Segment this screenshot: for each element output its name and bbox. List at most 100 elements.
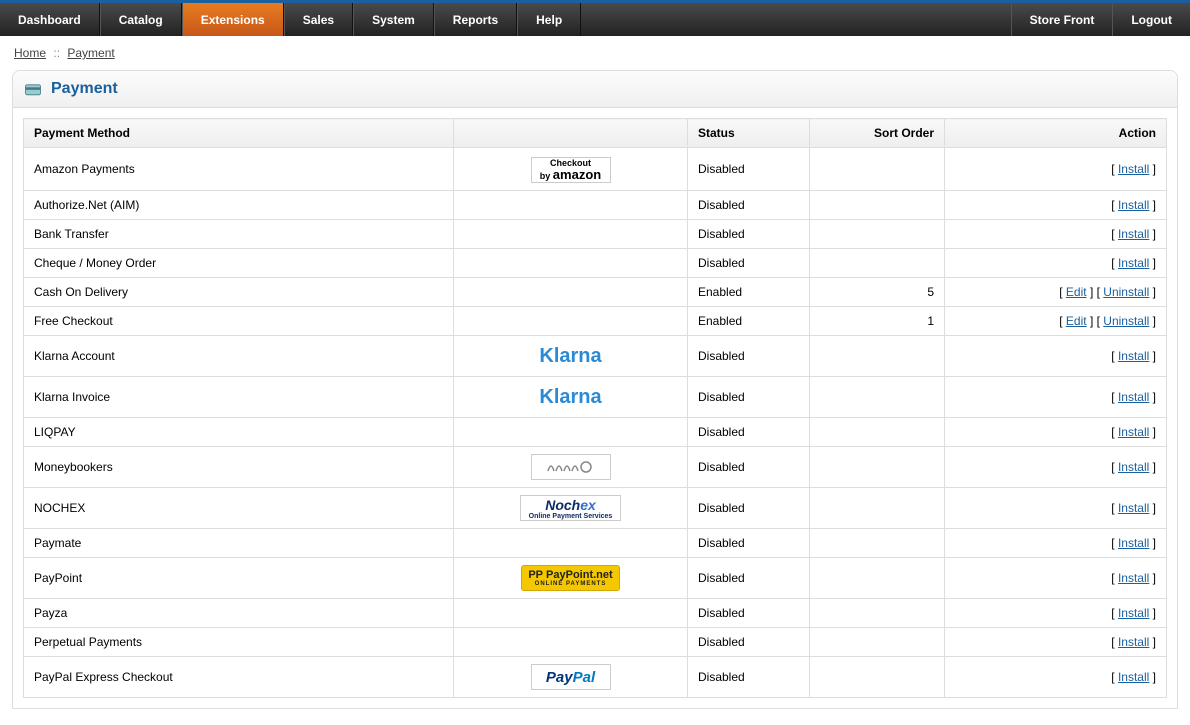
- panel-header: Payment: [13, 71, 1177, 108]
- uninstall-link[interactable]: Uninstall: [1103, 314, 1149, 328]
- cell-action: [ Install ]: [945, 628, 1167, 657]
- table-row: Cheque / Money OrderDisabled[ Install ]: [24, 249, 1167, 278]
- top-nav: DashboardCatalogExtensionsSalesSystemRep…: [0, 0, 1190, 36]
- cell-action: [ Install ]: [945, 148, 1167, 191]
- cell-status: Disabled: [688, 418, 810, 447]
- cell-status: Disabled: [688, 148, 810, 191]
- install-link[interactable]: Install: [1118, 460, 1149, 474]
- install-link[interactable]: Install: [1118, 571, 1149, 585]
- cell-method: PayPoint: [24, 558, 454, 599]
- nav-item-store-front[interactable]: Store Front: [1011, 3, 1113, 36]
- cell-logo: [454, 191, 688, 220]
- install-link[interactable]: Install: [1118, 162, 1149, 176]
- install-link[interactable]: Install: [1118, 606, 1149, 620]
- cell-status: Disabled: [688, 529, 810, 558]
- cell-status: Disabled: [688, 599, 810, 628]
- table-row: Authorize.Net (AIM)Disabled[ Install ]: [24, 191, 1167, 220]
- cell-status: Disabled: [688, 191, 810, 220]
- uninstall-link[interactable]: Uninstall: [1103, 285, 1149, 299]
- install-link[interactable]: Install: [1118, 635, 1149, 649]
- cell-sort-order: [810, 148, 945, 191]
- cell-logo: [454, 249, 688, 278]
- cell-action: [ Install ]: [945, 418, 1167, 447]
- cell-action: [ Install ]: [945, 558, 1167, 599]
- table-row: PayPoint PP PayPoint.netONLINE PAYMENTS Di…: [24, 558, 1167, 599]
- table-row: PayPal Express CheckoutPayPalDisabled[ I…: [24, 657, 1167, 698]
- cell-logo: PP PayPoint.netONLINE PAYMENTS: [454, 558, 688, 599]
- cell-method: NOCHEX: [24, 488, 454, 529]
- cell-status: Enabled: [688, 278, 810, 307]
- cell-sort-order: [810, 488, 945, 529]
- cell-logo: [454, 599, 688, 628]
- cell-method: Moneybookers: [24, 447, 454, 488]
- cell-logo: [454, 529, 688, 558]
- install-link[interactable]: Install: [1118, 425, 1149, 439]
- page-title: Payment: [51, 80, 118, 98]
- nochex-logo: NochexOnline Payment Services: [520, 495, 622, 521]
- cell-action: [ Install ]: [945, 599, 1167, 628]
- cell-logo: [454, 278, 688, 307]
- cell-logo: Klarna: [454, 336, 688, 377]
- klarna-logo: Klarna: [531, 384, 611, 410]
- cell-sort-order: [810, 447, 945, 488]
- nav-item-help[interactable]: Help: [517, 3, 581, 36]
- paypoint-logo: PP PayPoint.netONLINE PAYMENTS: [521, 565, 619, 591]
- cell-action: [ Install ]: [945, 447, 1167, 488]
- cell-sort-order: [810, 418, 945, 447]
- cell-sort-order: 5: [810, 278, 945, 307]
- cell-method: Free Checkout: [24, 307, 454, 336]
- edit-link[interactable]: Edit: [1066, 285, 1087, 299]
- cell-method: Cash On Delivery: [24, 278, 454, 307]
- nav-item-system[interactable]: System: [353, 3, 434, 36]
- cell-sort-order: [810, 249, 945, 278]
- cell-logo: PayPal: [454, 657, 688, 698]
- th-status: Status: [688, 119, 810, 148]
- cell-status: Disabled: [688, 220, 810, 249]
- cell-method: Cheque / Money Order: [24, 249, 454, 278]
- edit-link[interactable]: Edit: [1066, 314, 1087, 328]
- cell-logo: NochexOnline Payment Services: [454, 488, 688, 529]
- nav-item-dashboard[interactable]: Dashboard: [0, 3, 100, 36]
- cell-sort-order: [810, 529, 945, 558]
- table-body: Amazon PaymentsCheckoutby amazonDisabled…: [24, 148, 1167, 698]
- install-link[interactable]: Install: [1118, 256, 1149, 270]
- install-link[interactable]: Install: [1118, 198, 1149, 212]
- install-link[interactable]: Install: [1118, 670, 1149, 684]
- cell-status: Disabled: [688, 336, 810, 377]
- cell-method: Paymate: [24, 529, 454, 558]
- nav-item-sales[interactable]: Sales: [284, 3, 353, 36]
- table-row: Payza Disabled [ Install ]: [24, 599, 1167, 628]
- table-header-row: Payment Method Status Sort Order Action: [24, 119, 1167, 148]
- cell-status: Disabled: [688, 558, 810, 599]
- cell-sort-order: [810, 628, 945, 657]
- nav-item-extensions[interactable]: Extensions: [182, 3, 284, 36]
- install-link[interactable]: Install: [1118, 349, 1149, 363]
- install-link[interactable]: Install: [1118, 227, 1149, 241]
- breadcrumb-home[interactable]: Home: [14, 46, 46, 60]
- install-link[interactable]: Install: [1118, 390, 1149, 404]
- th-logo: [454, 119, 688, 148]
- nav-right: Store FrontLogout: [1011, 3, 1190, 36]
- cell-sort-order: [810, 599, 945, 628]
- nav-item-reports[interactable]: Reports: [434, 3, 517, 36]
- payment-panel: Payment Payment Method Status Sort Order…: [12, 70, 1178, 709]
- cell-method: Perpetual Payments: [24, 628, 454, 657]
- nav-item-logout[interactable]: Logout: [1112, 3, 1190, 36]
- cell-method: LIQPAY: [24, 418, 454, 447]
- th-method: Payment Method: [24, 119, 454, 148]
- cell-logo: [454, 447, 688, 488]
- install-link[interactable]: Install: [1118, 536, 1149, 550]
- nav-item-catalog[interactable]: Catalog: [100, 3, 182, 36]
- cell-sort-order: [810, 377, 945, 418]
- cell-method: Payza: [24, 599, 454, 628]
- cell-status: Disabled: [688, 377, 810, 418]
- cell-sort-order: [810, 336, 945, 377]
- cell-action: [ Install ]: [945, 249, 1167, 278]
- install-link[interactable]: Install: [1118, 501, 1149, 515]
- cell-method: Bank Transfer: [24, 220, 454, 249]
- table-row: Cash On DeliveryEnabled5[ Edit ] [ Unins…: [24, 278, 1167, 307]
- breadcrumb-current[interactable]: Payment: [67, 46, 114, 60]
- table-row: Klarna InvoiceKlarnaDisabled[ Install ]: [24, 377, 1167, 418]
- table-row: NOCHEXNochexOnline Payment ServicesDisab…: [24, 488, 1167, 529]
- cell-action: [ Install ]: [945, 191, 1167, 220]
